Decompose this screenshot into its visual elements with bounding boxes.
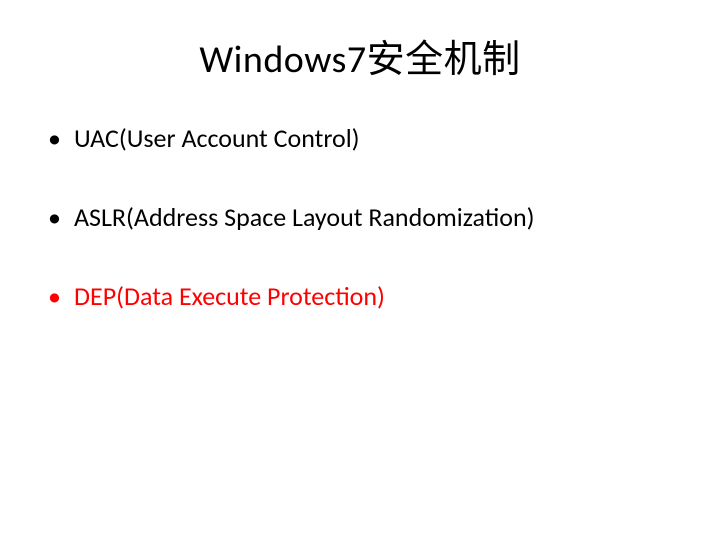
bullet-text: ASLR(Address Space Layout Randomization) (74, 201, 534, 233)
bullet-item: ASLR(Address Space Layout Randomization) (48, 202, 680, 233)
bullet-text: DEP(Data Execute Protection) (74, 280, 385, 312)
bullet-item: UAC(User Account Control) (48, 123, 680, 154)
bullet-item: DEP(Data Execute Protection) (48, 281, 680, 312)
slide-title: Windows7安全机制 (40, 28, 680, 83)
bullet-list: UAC(User Account Control) ASLR(Address S… (40, 123, 680, 313)
bullet-text: UAC(User Account Control) (74, 122, 360, 154)
slide: Windows7安全机制 UAC(User Account Control) A… (0, 0, 720, 540)
